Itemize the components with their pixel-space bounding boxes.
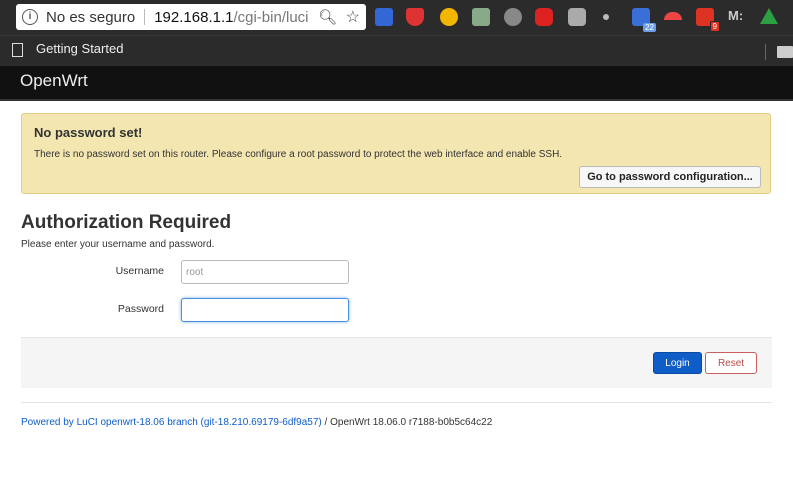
- reset-button[interactable]: Reset: [705, 352, 757, 374]
- zoom-icon[interactable]: 🔍︎: [318, 8, 337, 26]
- brand-logo[interactable]: OpenWrt: [20, 71, 88, 91]
- mail-badge: 9: [709, 21, 720, 32]
- info-icon[interactable]: i: [22, 9, 38, 25]
- bookmark-star-icon[interactable]: ☆: [346, 7, 360, 27]
- rainbow-extension-icon[interactable]: [664, 12, 682, 20]
- no-password-alert: No password set! There is no password se…: [21, 113, 771, 194]
- drive-extension-icon[interactable]: [760, 8, 778, 24]
- stop-extension-icon[interactable]: [535, 8, 553, 26]
- page-title: Authorization Required: [21, 212, 232, 233]
- version-text: / OpenWrt 18.06.0 r7188-b0b5c64c22: [321, 417, 493, 428]
- alert-message: There is no password set on this router.…: [34, 149, 563, 160]
- folder-icon[interactable]: [777, 46, 793, 58]
- lightbulb-extension-icon[interactable]: [568, 8, 586, 26]
- address-bar[interactable]: i No es seguro 192.168.1.1/cgi-bin/luci …: [16, 4, 366, 30]
- username-input[interactable]: [181, 260, 349, 284]
- alert-title: No password set!: [34, 125, 143, 140]
- colorful-extension-icon[interactable]: [472, 8, 490, 26]
- bookmark-getting-started[interactable]: Getting Started: [36, 41, 123, 56]
- bookmarks-separator: [765, 44, 766, 60]
- calendar-badge: 22: [643, 23, 656, 32]
- footer-divider: [21, 402, 772, 403]
- form-actions: Login Reset: [21, 337, 772, 388]
- m-extension-icon[interactable]: M:: [728, 8, 746, 26]
- page-icon: [12, 43, 23, 57]
- page-subtitle: Please enter your username and password.: [21, 239, 215, 250]
- security-label: No es seguro: [46, 8, 136, 26]
- chrome-extension-icon[interactable]: [440, 8, 458, 26]
- login-button[interactable]: Login: [653, 352, 702, 374]
- dot-extension-icon[interactable]: [603, 14, 609, 20]
- luci-link[interactable]: Powered by LuCI openwrt-18.06 branch (gi…: [21, 417, 322, 428]
- username-label: Username: [115, 265, 164, 277]
- bookmarks-bar: Getting Started: [0, 35, 793, 66]
- shield-extension-icon[interactable]: [406, 8, 424, 26]
- password-input[interactable]: [181, 298, 349, 322]
- password-label: Password: [117, 303, 164, 315]
- browser-toolbar: i No es seguro 192.168.1.1/cgi-bin/luci …: [0, 0, 793, 35]
- openwrt-header: OpenWrt: [0, 66, 793, 101]
- url-text[interactable]: 192.168.1.1/cgi-bin/luci: [154, 9, 314, 26]
- mail-extension-icon[interactable]: 9: [696, 8, 720, 32]
- password-config-button[interactable]: Go to password configuration...: [579, 166, 761, 188]
- calendar-extension-icon[interactable]: 22: [632, 8, 656, 32]
- refresh-extension-icon[interactable]: [504, 8, 522, 26]
- footer: Powered by LuCI openwrt-18.06 branch (gi…: [21, 417, 492, 428]
- address-separator: [144, 9, 146, 25]
- translate-extension-icon[interactable]: [375, 8, 393, 26]
